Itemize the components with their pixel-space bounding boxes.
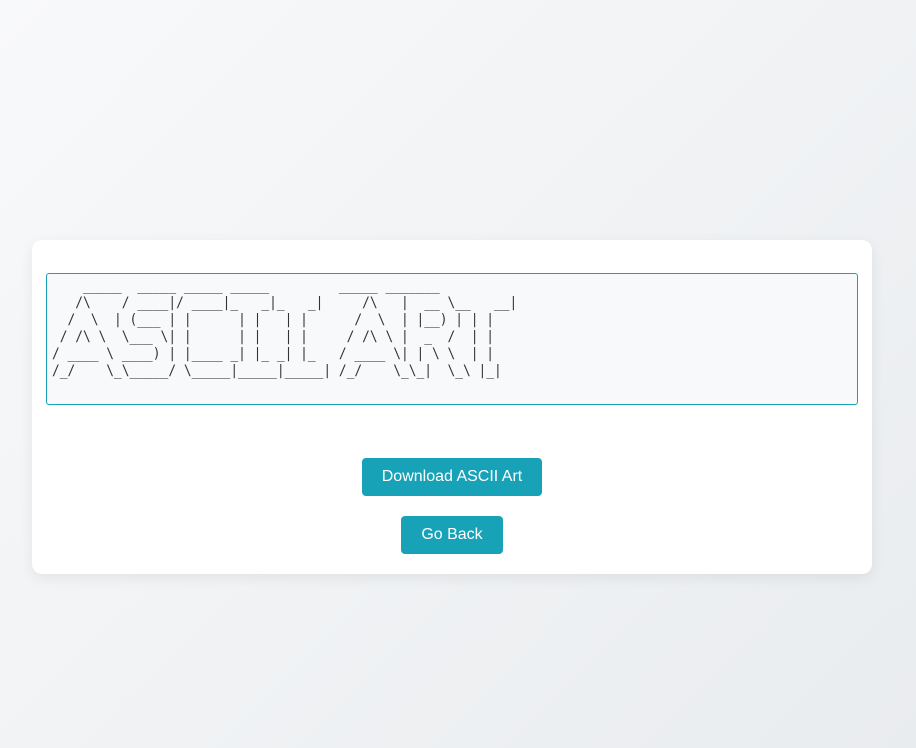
ascii-result-card: _____ _____ _____ _____ _____ _______ /\… <box>32 240 872 574</box>
ascii-art-text: _____ _____ _____ _____ _____ _______ /\… <box>52 278 518 379</box>
ascii-art-output[interactable]: _____ _____ _____ _____ _____ _______ /\… <box>46 273 858 405</box>
download-ascii-art-button[interactable]: Download ASCII Art <box>362 458 542 496</box>
go-back-button[interactable]: Go Back <box>401 516 503 554</box>
